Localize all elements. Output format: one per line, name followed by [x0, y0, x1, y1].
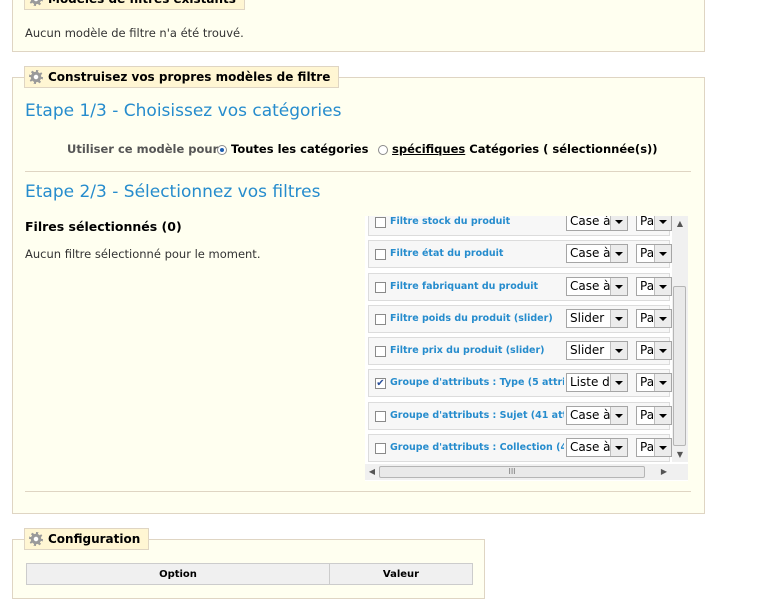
chevron-down-icon	[654, 310, 671, 327]
chevron-down-icon	[654, 245, 671, 262]
filter-sort-select[interactable]: Pa	[636, 216, 672, 231]
scroll-right-icon[interactable]: ▶	[657, 467, 671, 476]
filter-checkbox[interactable]	[375, 217, 386, 228]
filter-sort-select[interactable]: Pa	[636, 373, 672, 392]
scroll-left-icon[interactable]: ◀	[365, 467, 379, 476]
chevron-down-icon	[610, 278, 627, 295]
no-models-message: Aucun modèle de filtre n'a été trouvé.	[25, 26, 244, 40]
radio-all-icon[interactable]	[217, 144, 227, 155]
radio-specific-label: Catégories ( sélectionnée(s))	[469, 142, 658, 156]
filter-checkbox[interactable]: ✔	[375, 378, 386, 389]
chevron-down-icon	[610, 342, 627, 359]
gear-icon	[29, 0, 43, 6]
use-model-row: Utiliser ce modèle pour :	[67, 142, 227, 156]
filter-label: Filtre poids du produit (slider)	[390, 313, 553, 324]
filter-row[interactable]: Filtre état du produit Case à Pa	[368, 240, 672, 268]
specific-link[interactable]: spécifiques	[392, 142, 465, 156]
chevron-down-icon	[610, 310, 627, 327]
build-models-legend: Construisez vos propres modèles de filtr…	[24, 66, 340, 88]
filter-checkbox[interactable]	[375, 249, 386, 260]
filter-type-select[interactable]: Liste de	[566, 373, 628, 392]
filter-label: Filtre prix du produit (slider)	[390, 345, 545, 356]
filter-row[interactable]: Groupe d'attributs : Collection (42 attr…	[368, 434, 672, 462]
filter-row[interactable]: Filtre poids du produit (slider) Slider …	[368, 305, 672, 333]
filter-label: Groupe d'attributs : Type (5 attributs)	[390, 377, 564, 388]
existing-models-legend-text: Modèles de filtres existants	[48, 0, 236, 9]
filter-label: Filtre fabriquant du produit	[390, 281, 539, 292]
chevron-down-icon	[610, 407, 627, 424]
step2-title: Etape 2/3 - Sélectionnez vos filtres	[25, 182, 321, 202]
radio-specific-categories[interactable]: spécifiques Catégories ( sélectionnée(s)…	[378, 142, 658, 156]
filter-row[interactable]: ✔ Groupe d'attributs : Type (5 attributs…	[368, 369, 672, 397]
scroll-down-icon[interactable]: ▼	[673, 450, 687, 459]
gear-icon	[29, 532, 43, 546]
filter-label: Groupe d'attributs : Sujet (41 attributs…	[390, 410, 564, 421]
gear-icon	[29, 70, 43, 84]
divider	[25, 171, 691, 172]
configuration-table: Option Valeur	[26, 563, 473, 585]
filter-type-select[interactable]: Case à	[566, 406, 628, 425]
filter-checkbox[interactable]	[375, 443, 386, 454]
filter-checkbox[interactable]	[375, 282, 386, 293]
selected-filters-title: Filres sélectionnés (0)	[25, 219, 182, 234]
chevron-down-icon	[654, 278, 671, 295]
column-header-value: Valeur	[329, 563, 473, 585]
filter-checkbox[interactable]	[375, 346, 386, 357]
chevron-down-icon	[654, 342, 671, 359]
filter-type-select[interactable]: Slider	[566, 309, 628, 328]
radio-all-label: Toutes les catégories	[231, 142, 369, 156]
filter-type-select[interactable]: Case à	[566, 277, 628, 296]
filter-sort-select[interactable]: Pa	[636, 438, 672, 457]
chevron-down-icon	[654, 439, 671, 456]
step1-title: Etape 1/3 - Choisissez vos catégories	[25, 101, 342, 121]
existing-models-legend: Modèles de filtres existants	[24, 0, 245, 10]
build-models-legend-text: Construisez vos propres modèles de filtr…	[48, 70, 331, 84]
radio-specific-icon[interactable]	[378, 144, 388, 155]
configuration-legend-text: Configuration	[48, 532, 141, 546]
filter-sort-select[interactable]: Pa	[636, 277, 672, 296]
filter-sort-select[interactable]: Pa	[636, 341, 672, 360]
divider	[25, 491, 691, 492]
filter-sort-select[interactable]: Pa	[636, 309, 672, 328]
vertical-scroll-thumb[interactable]	[673, 286, 686, 446]
filter-type-select[interactable]: Case à	[566, 438, 628, 457]
chevron-down-icon	[610, 374, 627, 391]
filter-row[interactable]: Filtre prix du produit (slider) Slider P…	[368, 337, 672, 365]
filter-row[interactable]: Filtre stock du produit Case à Pa	[368, 216, 672, 236]
horizontal-scroll-thumb[interactable]: III	[379, 466, 645, 478]
filter-checkbox[interactable]	[375, 314, 386, 325]
chevron-down-icon	[610, 439, 627, 456]
filter-row[interactable]: Filtre fabriquant du produit Case à Pa	[368, 273, 672, 301]
vertical-scrollbar[interactable]: ▲ ▼	[672, 216, 688, 462]
filter-label: Filtre stock du produit	[390, 216, 511, 227]
horizontal-scrollbar[interactable]: ◀ III ▶	[365, 464, 688, 480]
available-filters-list[interactable]: Filtre stock du produit Case à Pa Filtre…	[365, 216, 688, 481]
use-model-label: Utiliser ce modèle pour :	[67, 142, 227, 156]
chevron-down-icon	[654, 216, 671, 230]
configuration-legend: Configuration	[24, 528, 150, 550]
selected-filters-empty: Aucun filtre sélectionné pour le moment.	[25, 247, 261, 261]
filter-label: Filtre état du produit	[390, 248, 504, 259]
filter-label: Groupe d'attributs : Collection (42 attr…	[390, 442, 564, 453]
filter-sort-select[interactable]: Pa	[636, 244, 672, 263]
filter-type-select[interactable]: Case à	[566, 244, 628, 263]
filter-type-select[interactable]: Case à	[566, 216, 628, 231]
filter-checkbox[interactable]	[375, 411, 386, 422]
chevron-down-icon	[654, 407, 671, 424]
chevron-down-icon	[610, 245, 627, 262]
chevron-down-icon	[654, 374, 671, 391]
filter-sort-select[interactable]: Pa	[636, 406, 672, 425]
filter-row[interactable]: Groupe d'attributs : Sujet (41 attributs…	[368, 402, 672, 430]
radio-all-categories[interactable]: Toutes les catégories	[217, 142, 368, 156]
chevron-down-icon	[610, 216, 627, 230]
column-header-option: Option	[26, 563, 330, 585]
filter-type-select[interactable]: Slider	[566, 341, 628, 360]
scroll-up-icon[interactable]: ▲	[673, 219, 687, 228]
